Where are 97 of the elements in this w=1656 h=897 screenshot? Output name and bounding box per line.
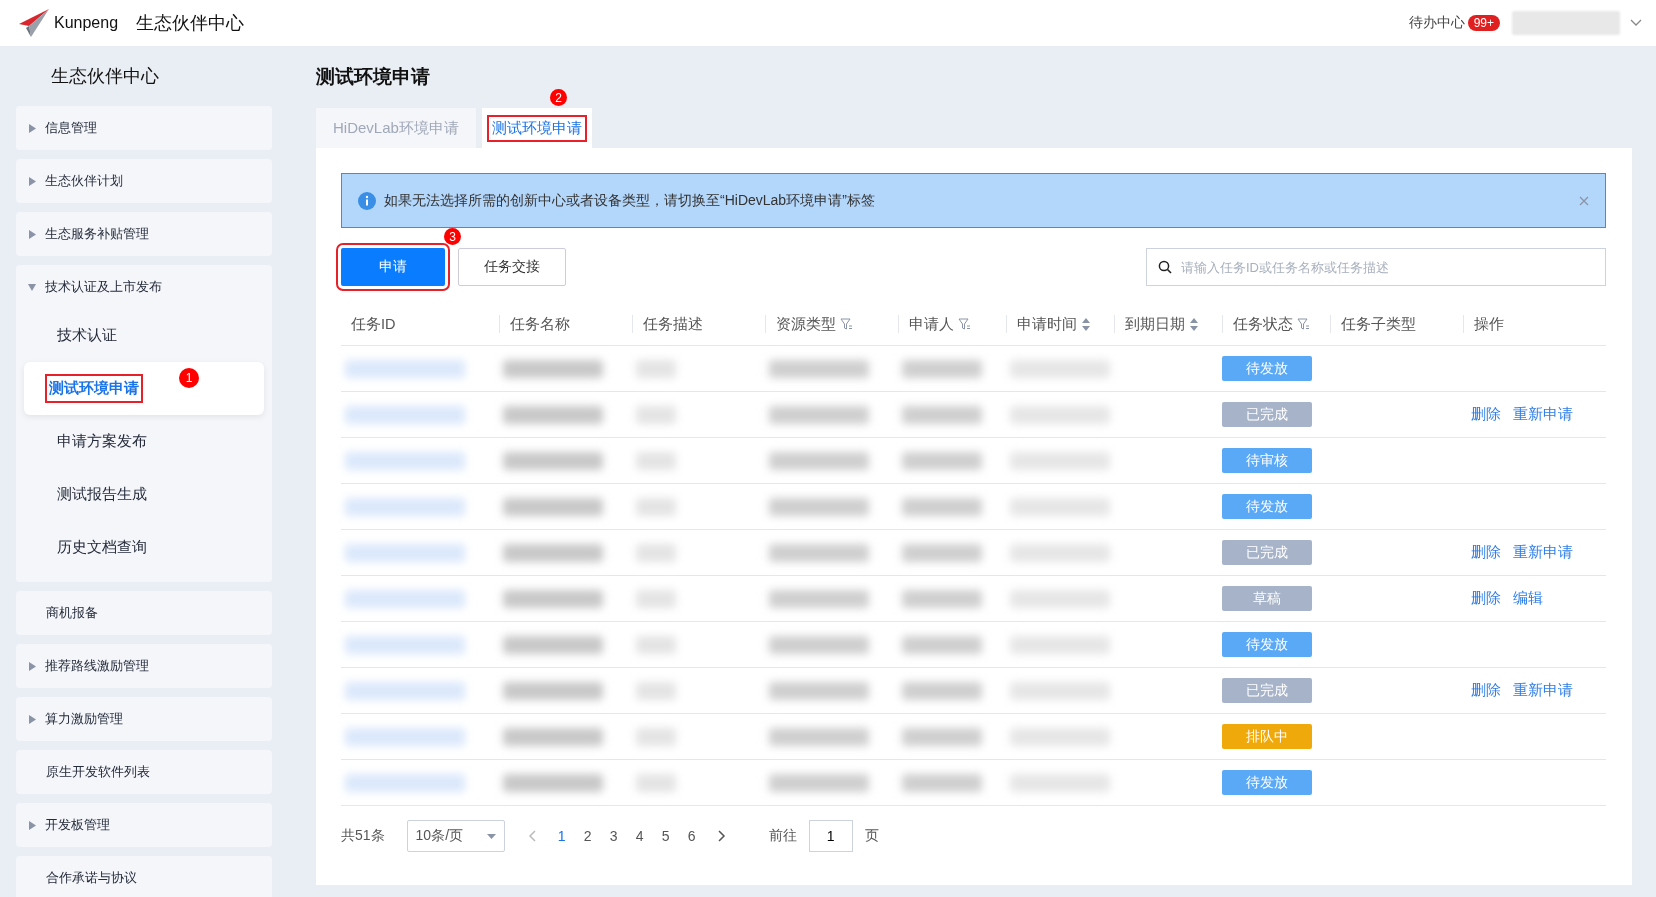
filter-icon[interactable] — [1297, 317, 1310, 331]
column-header: 申请人 — [909, 314, 954, 334]
sidebar-item[interactable]: 商机报备 — [16, 591, 272, 635]
count-badge: 99+ — [1467, 15, 1500, 31]
status-badge: 待发放 — [1222, 494, 1312, 519]
page-size-select[interactable]: 10条/页 — [406, 820, 505, 852]
annotation-marker: 3 — [444, 228, 461, 245]
page-number[interactable]: 4 — [626, 828, 653, 844]
row-action-link[interactable]: 删除 — [1471, 681, 1501, 700]
caret-icon — [486, 833, 496, 839]
status-badge: 已完成 — [1222, 678, 1312, 703]
column-header: 任务描述 — [643, 314, 703, 334]
sidebar-item[interactable]: 测试报告生成 — [55, 482, 149, 507]
column-header: 到期日期 — [1125, 314, 1185, 334]
logo-text: Kunpeng — [54, 14, 119, 32]
blurred-text — [636, 451, 676, 470]
blurred-text — [636, 543, 676, 562]
row-action-link[interactable]: 重新申请 — [1513, 405, 1573, 424]
page-unit: 页 — [864, 827, 879, 845]
status-badge: 待发放 — [1222, 632, 1312, 657]
caret-icon — [28, 282, 36, 292]
row-action-link[interactable]: 删除 — [1471, 405, 1501, 424]
page-number[interactable]: 6 — [678, 828, 705, 844]
column-header: 申请时间 — [1017, 314, 1077, 334]
status-badge: 已完成 — [1222, 402, 1312, 427]
column-header: 任务名称 — [510, 314, 570, 334]
caret-icon — [28, 820, 36, 830]
sort-icon[interactable] — [1081, 316, 1091, 332]
page-number[interactable]: 3 — [600, 828, 627, 844]
annotation-marker: 1 — [179, 368, 199, 388]
info-icon — [358, 191, 376, 210]
close-icon[interactable] — [1579, 195, 1589, 206]
column-header: 任务ID — [351, 314, 396, 334]
page-number[interactable]: 2 — [574, 828, 601, 844]
caret-icon — [28, 176, 36, 186]
status-badge: 待发放 — [1222, 356, 1312, 381]
caret-icon — [28, 661, 36, 671]
sidebar-group[interactable]: 生态伙伴计划 — [16, 159, 272, 203]
status-badge: 待发放 — [1222, 770, 1312, 795]
page-input[interactable]: 1 — [808, 820, 853, 852]
blurred-text — [636, 359, 676, 378]
total-count: 共51条 — [341, 827, 385, 845]
row-action-link[interactable]: 删除 — [1471, 543, 1501, 562]
search-field[interactable]: 请输入任务ID或任务名称或任务描述 — [1146, 248, 1606, 286]
previous-page-icon[interactable] — [527, 830, 536, 842]
sidebar-item[interactable]: 原生开发软件列表 — [16, 750, 272, 794]
alert-text: 如果无法选择所需的创新中心或者设备类型，请切换至“HiDevLab环境申请”标签 — [384, 191, 876, 210]
column-header: 操作 — [1474, 314, 1504, 334]
goto-label: 前往 — [768, 827, 797, 845]
page-number[interactable]: 5 — [652, 828, 679, 844]
status-badge: 排队中 — [1222, 724, 1312, 749]
status-badge: 已完成 — [1222, 540, 1312, 565]
sidebar-group[interactable]: 推荐路线激励管理 — [16, 644, 272, 688]
sort-icon[interactable] — [1189, 316, 1199, 332]
column-header: 资源类型 — [776, 314, 836, 334]
blurred-text — [636, 681, 676, 700]
blurred-text — [636, 497, 676, 516]
sidebar-item[interactable]: 历史文档查询 — [55, 535, 149, 560]
blurred-text — [636, 405, 676, 424]
column-header: 任务状态 — [1233, 314, 1293, 334]
sidebar-group[interactable]: 生态服务补贴管理 — [16, 212, 272, 256]
sidebar-item[interactable]: 测试环境申请 — [47, 376, 141, 401]
caret-icon — [28, 714, 36, 724]
caret-icon — [28, 123, 36, 133]
sidebar-group[interactable]: 信息管理 — [16, 106, 272, 150]
logo-icon — [18, 8, 50, 38]
blurred-text — [636, 589, 676, 608]
sidebar-group[interactable]: 算力激励管理 — [16, 697, 272, 741]
blurred-text — [636, 727, 676, 746]
page-number[interactable]: 1 — [548, 828, 575, 844]
sidebar-title: 生态伙伴中心 — [50, 65, 160, 88]
row-action-link[interactable]: 编辑 — [1513, 589, 1543, 608]
filter-icon[interactable] — [840, 317, 853, 331]
sidebar-group[interactable]: 技术认证及上市发布 — [16, 265, 272, 309]
status-badge: 待审核 — [1222, 448, 1312, 473]
next-page-icon[interactable] — [717, 830, 726, 842]
page-title: 测试环境申请 — [316, 65, 430, 89]
sidebar-group[interactable]: 开发板管理 — [16, 803, 272, 847]
todo-link[interactable]: 待办中心 — [1408, 14, 1465, 32]
sidebar-item[interactable]: 技术认证 — [55, 323, 119, 348]
annotation-marker: 2 — [550, 89, 567, 106]
tab[interactable]: 测试环境申请 — [481, 108, 592, 148]
column-header: 任务子类型 — [1341, 314, 1416, 334]
row-action-link[interactable]: 重新申请 — [1513, 543, 1573, 562]
action-button[interactable]: 任务交接 — [458, 248, 566, 286]
search-icon — [1158, 260, 1172, 274]
row-action-link[interactable]: 重新申请 — [1513, 681, 1573, 700]
blurred-text — [636, 773, 676, 792]
chevron-down-icon[interactable] — [1630, 19, 1642, 27]
sidebar-item[interactable]: 合作承诺与协议 — [16, 856, 272, 897]
sidebar-item[interactable]: 申请方案发布 — [55, 429, 149, 454]
app-title: 生态伙伴中心 — [136, 12, 245, 35]
status-badge: 草稿 — [1222, 586, 1312, 611]
row-action-link[interactable]: 删除 — [1471, 589, 1501, 608]
blurred-text — [636, 635, 676, 654]
filter-icon[interactable] — [958, 317, 971, 331]
caret-icon — [28, 229, 36, 239]
